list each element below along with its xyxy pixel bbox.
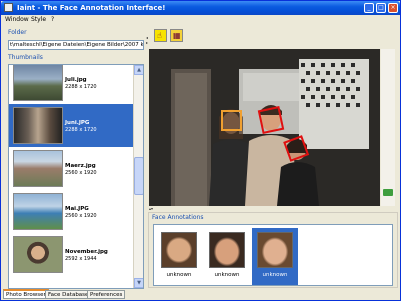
face-thumbnail	[161, 232, 197, 268]
close-button[interactable]: ×	[388, 3, 398, 13]
thumbnail-dimensions: 2560 x 1920	[65, 170, 97, 176]
photo-view[interactable]	[149, 49, 380, 206]
thumbnail-item-mai[interactable]: Mai.JPG 2560 x 1920	[9, 190, 133, 233]
thumbnail-item-november[interactable]: November.jpg 2592 x 1944	[9, 233, 133, 276]
photo-scrollbar[interactable]	[381, 49, 395, 206]
menu-style[interactable]: Style	[31, 16, 46, 24]
tab-photo-browser[interactable]: Photo Browser	[3, 289, 49, 299]
thumbnail-scrollbar[interactable]: ▲ ▼	[133, 65, 143, 288]
thumbnail-dimensions: 2560 x 1920	[65, 213, 97, 219]
thumbnail-dimensions: 2288 x 1720	[65, 84, 97, 90]
thumbnail-image	[13, 65, 63, 101]
face-label: unknown	[262, 272, 288, 278]
face-select-button[interactable]: ☝	[154, 29, 167, 42]
thumbnail-image	[13, 193, 63, 230]
menu-window[interactable]: Window	[5, 16, 29, 24]
thumbnail-name: Mai.JPG	[65, 206, 89, 212]
thumbnail-name: Juli.jpg	[65, 77, 87, 83]
thumbnail-dimensions: 2592 x 1944	[65, 256, 97, 262]
bottom-tab-bar: Photo Browser Face Database Preferences	[3, 289, 133, 300]
face-card[interactable]: unknown	[156, 228, 202, 285]
menu-bar: Window Style ?	[1, 15, 400, 25]
splitter-arrows-icon[interactable]: ◂ ▸	[146, 35, 150, 49]
group-faces-button[interactable]: ▦	[170, 29, 183, 42]
app-icon	[4, 3, 13, 12]
thumbnail-image	[13, 150, 63, 187]
face-card[interactable]: unknown	[204, 228, 250, 285]
window-title: Iaint - The Face Annotation Interface!	[17, 4, 166, 12]
folder-label: Folder	[8, 29, 27, 36]
face-thumbnail	[257, 232, 293, 268]
thumbnail-item-juli[interactable]: Juli.jpg 2288 x 1720	[9, 65, 133, 104]
group-faces-icon: ▦	[173, 31, 181, 40]
scroll-arrow-icon[interactable]	[383, 189, 393, 196]
splitter-arrows-icon[interactable]: ▴▾	[149, 206, 153, 211]
thumbnail-name: Juni.JPG	[65, 120, 90, 126]
photo-image	[149, 49, 380, 206]
face-select-icon: ☝	[157, 31, 162, 40]
photo-browser-panel: Folder t\malteschl\Eigene Dateien\Eigene…	[3, 26, 144, 289]
thumbnail-name: November.jpg	[65, 249, 108, 255]
thumbnail-image	[13, 236, 63, 273]
folder-path-field[interactable]: t\malteschl\Eigene Dateien\Eigene Bilder…	[8, 40, 144, 50]
face-thumbnail	[209, 232, 245, 268]
face-label: unknown	[166, 272, 192, 278]
face-annotations-list[interactable]: unknown unknown unknown	[153, 224, 393, 286]
horizontal-splitter[interactable]: ▴▾	[147, 206, 399, 211]
title-bar[interactable]: Iaint - The Face Annotation Interface! _…	[1, 1, 400, 15]
thumbnail-list[interactable]: Juli.jpg 2288 x 1720 Juni.JPG 2288 x 172…	[8, 64, 144, 289]
minimize-button[interactable]: _	[364, 3, 374, 13]
thumbnail-item-juni[interactable]: Juni.JPG 2288 x 1720	[9, 104, 133, 147]
thumbnail-image	[13, 107, 63, 144]
scroll-down-arrow-icon[interactable]: ▼	[134, 278, 143, 288]
maximize-button[interactable]: □	[376, 3, 386, 13]
menu-help[interactable]: ?	[51, 16, 54, 24]
face-annotations-label: Face Annotations	[152, 214, 204, 221]
face-annotations-panel: Face Annotations unknown unknown unknown	[148, 212, 398, 288]
scrollbar-thumb[interactable]	[134, 157, 143, 195]
thumbnail-name: Maerz.jpg	[65, 163, 96, 169]
tool-bar: ☝ ▦	[147, 26, 399, 44]
thumbnail-item-maerz[interactable]: Maerz.jpg 2560 x 1920	[9, 147, 133, 190]
scroll-up-arrow-icon[interactable]: ▲	[134, 65, 143, 75]
face-card[interactable]: unknown	[252, 228, 298, 285]
app-window: Iaint - The Face Annotation Interface! _…	[0, 0, 401, 301]
tab-face-database[interactable]: Face Database	[45, 290, 92, 299]
tab-preferences[interactable]: Preferences	[87, 290, 126, 299]
thumbnail-dimensions: 2288 x 1720	[65, 127, 97, 133]
thumbnails-label: Thumbnails	[8, 54, 43, 61]
face-label: unknown	[214, 272, 240, 278]
